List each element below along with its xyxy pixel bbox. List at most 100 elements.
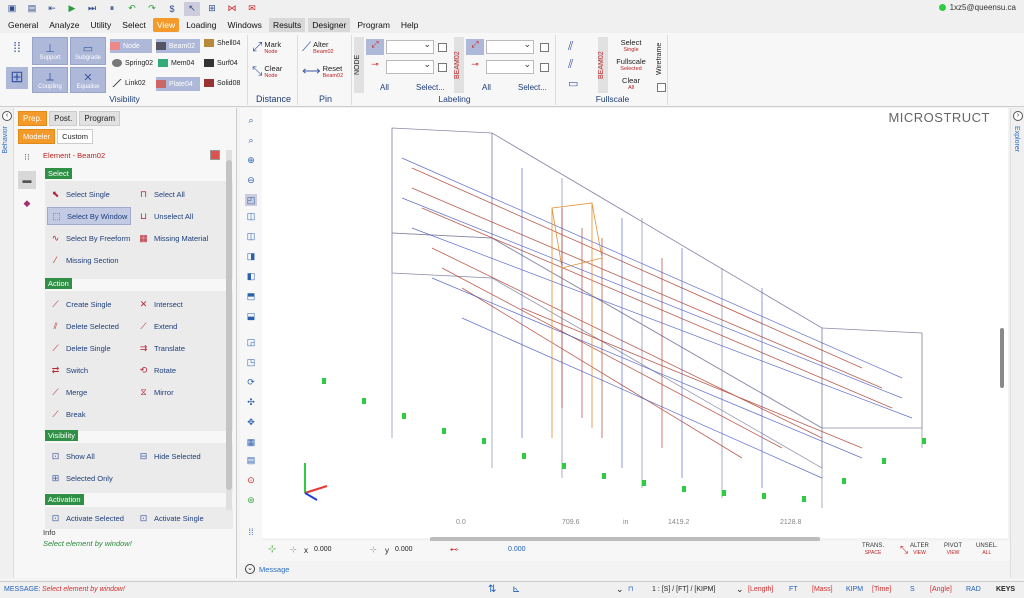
undo-icon[interactable]: ↶ (124, 2, 140, 16)
selected-only-tool[interactable]: ⊞ Selected Only (47, 469, 113, 487)
activate-selected-tool[interactable]: ⊡ Activate Selected (47, 509, 124, 527)
collapse-right-icon[interactable]: › (1013, 111, 1023, 121)
delete-selected-tool[interactable]: ⫽ Delete Selected (47, 317, 118, 335)
save-as-icon[interactable]: ▤ (24, 2, 40, 16)
surf04-toggle[interactable]: Surf04 (204, 59, 238, 67)
length-unit[interactable]: FT (789, 586, 798, 593)
grid-view-icon[interactable]: ⊞ (6, 67, 28, 89)
rotate-view-icon[interactable]: ⟳ (245, 376, 257, 388)
missing-section-tool[interactable]: ⁄ Missing Section (47, 251, 131, 269)
show-all-tool[interactable]: ⊡ Show All (47, 447, 95, 465)
fullscale-selected-button[interactable]: Fullscale Selected (612, 57, 650, 72)
mirror-tool[interactable]: ⧖ Mirror (135, 383, 173, 401)
mark-node-button[interactable]: ⤢ Mark Node (252, 39, 281, 55)
beam-label-combo-1[interactable] (486, 39, 534, 54)
plate-type-icon[interactable]: ◆ (18, 194, 36, 212)
node-label-check-2[interactable] (438, 63, 447, 72)
beam-label-check-2[interactable] (540, 63, 549, 72)
select-by-window-tool[interactable]: ⬚ Select By Window (47, 207, 131, 225)
menu-program[interactable]: Program (353, 18, 394, 32)
rotate-tool[interactable]: ⟲ Rotate (135, 361, 176, 379)
node-label-combo-1[interactable] (386, 39, 434, 54)
beam-label-all-button[interactable]: All (482, 83, 491, 92)
menu-windows[interactable]: Windows (223, 18, 265, 32)
view-back-icon[interactable]: ◫ (245, 230, 257, 242)
beam-label-select-button[interactable]: Select... (518, 83, 547, 92)
clear-node-button[interactable]: ⤡ Clear Node (252, 63, 282, 79)
hide-selected-tool[interactable]: ⊟ Hide Selected (135, 447, 201, 465)
axis-icon[interactable]: ⊾ (512, 584, 520, 595)
unselect-all-tool[interactable]: ⊔ Unselect All (135, 207, 225, 225)
reset-beam-button[interactable]: ⟷ Reset Beam02 (302, 63, 343, 79)
zoom-out-icon[interactable]: ⊖ (245, 174, 257, 186)
layer-icon[interactable]: ▤ (245, 454, 257, 466)
extend-tool[interactable]: ⟋ Extend (135, 317, 177, 335)
behavior-side-tab[interactable]: Behavior (2, 126, 9, 154)
mass-unit[interactable]: KIPM (846, 586, 863, 593)
magnet-icon[interactable]: ⋈ (224, 2, 240, 16)
pivot-view-button[interactable]: PIVOT VIEW (944, 543, 962, 557)
equalise-toggle[interactable]: ✕ Equalise (70, 67, 106, 93)
link02-toggle[interactable]: Link02 (112, 79, 146, 87)
length-dropdown-icon[interactable]: ⌄ (736, 584, 744, 595)
time-unit[interactable]: S (910, 586, 915, 593)
translate-tool[interactable]: ⇉ Translate (135, 339, 185, 357)
select-by-freeform-tool[interactable]: ∿ Select By Freeform (47, 229, 135, 247)
grid-icon[interactable]: ⊞ (204, 2, 220, 16)
menu-general[interactable]: General (4, 18, 42, 32)
view-top-icon[interactable]: ⬒ (245, 290, 257, 302)
tab-custom[interactable]: Custom (57, 129, 93, 144)
message-row[interactable]: ⌄ Message (240, 562, 1010, 576)
collapse-left-icon[interactable]: ‹ (2, 111, 12, 121)
menu-loading[interactable]: Loading (182, 18, 220, 32)
pointer-icon[interactable]: ↖ (184, 1, 200, 16)
expand-message-icon[interactable]: ⌄ (245, 564, 255, 574)
wireframe-checkbox[interactable] (657, 83, 666, 92)
snap-icon[interactable]: ▦ (245, 436, 257, 448)
mail-icon[interactable]: ✉ (244, 2, 260, 16)
pan-alt-icon[interactable]: ✥ (245, 416, 257, 428)
menu-view[interactable]: View (152, 18, 180, 32)
coupling-toggle[interactable]: ⟂ Coupling (32, 67, 68, 93)
switch-tool[interactable]: ⇄ Switch (47, 361, 88, 379)
viewport-3d[interactable]: MICROSTRUCT 0.0 709.6 in 1419.2 2128.8 (262, 108, 1008, 538)
settings-icon[interactable]: ⊛ (245, 494, 257, 506)
break-tool[interactable]: ⟋ Break (47, 405, 85, 423)
alter-view-button[interactable]: ALTER VIEW (910, 543, 929, 557)
keys-button[interactable]: KEYS (996, 586, 1015, 593)
select-single-button[interactable]: Select Single (614, 38, 648, 53)
menu-analyze[interactable]: Analyze (45, 18, 83, 32)
grid-toggle-icon[interactable]: ⁞⁞ (245, 526, 257, 538)
activate-single-tool[interactable]: ⊡ Activate Single (135, 509, 204, 527)
beam-label-icon-2[interactable]: ⊸ (466, 59, 484, 75)
node-label-all-button[interactable]: All (380, 83, 389, 92)
view-left-icon[interactable]: ◨ (245, 250, 257, 262)
node-label-icon-2[interactable]: ⊸ (366, 59, 384, 75)
redo-icon[interactable]: ↷ (144, 2, 160, 16)
fullscale-icon-1[interactable]: ⫽ (568, 39, 573, 54)
select-single-tool[interactable]: ⬉ Select Single (47, 185, 131, 203)
menu-select[interactable]: Select (118, 18, 150, 32)
script-icon[interactable]: $ (164, 2, 180, 16)
view-front-icon[interactable]: ◫ (245, 210, 257, 222)
delete-single-tool[interactable]: ⟋ Delete Single (47, 339, 110, 357)
node-label-combo-2[interactable] (386, 59, 434, 74)
units-system[interactable]: 1 : [S] / [FT] / [KIPM] (652, 586, 715, 593)
view-bottom-icon[interactable]: ⬓ (245, 310, 257, 322)
beam-label-combo-2[interactable] (486, 59, 534, 74)
beam-type-icon[interactable]: ▬ (18, 171, 36, 189)
alter-beam-button[interactable]: ⟋ Alter Beam02 (302, 39, 334, 55)
tab-program[interactable]: Program (79, 111, 121, 126)
target-icon[interactable]: ⊙ (245, 474, 257, 486)
select-all-tool[interactable]: ⊓ Select All (135, 185, 225, 203)
menu-utility[interactable]: Utility (87, 18, 116, 32)
explorer-side-tab[interactable]: Explorer (1013, 126, 1020, 152)
pause-icon[interactable]: ⏸ (104, 2, 120, 16)
fullscale-icon-2[interactable]: ⫽ (568, 57, 573, 72)
snap-point-icon[interactable]: ⊹ (268, 544, 276, 555)
menu-designer[interactable]: Designer (308, 18, 351, 32)
view-iso-icon[interactable]: ◲ (245, 336, 257, 348)
node-type-icon[interactable]: ⁝⁝ (18, 148, 36, 166)
merge-tool[interactable]: ⟋ Merge (47, 383, 87, 401)
node-label-check-1[interactable] (438, 43, 447, 52)
